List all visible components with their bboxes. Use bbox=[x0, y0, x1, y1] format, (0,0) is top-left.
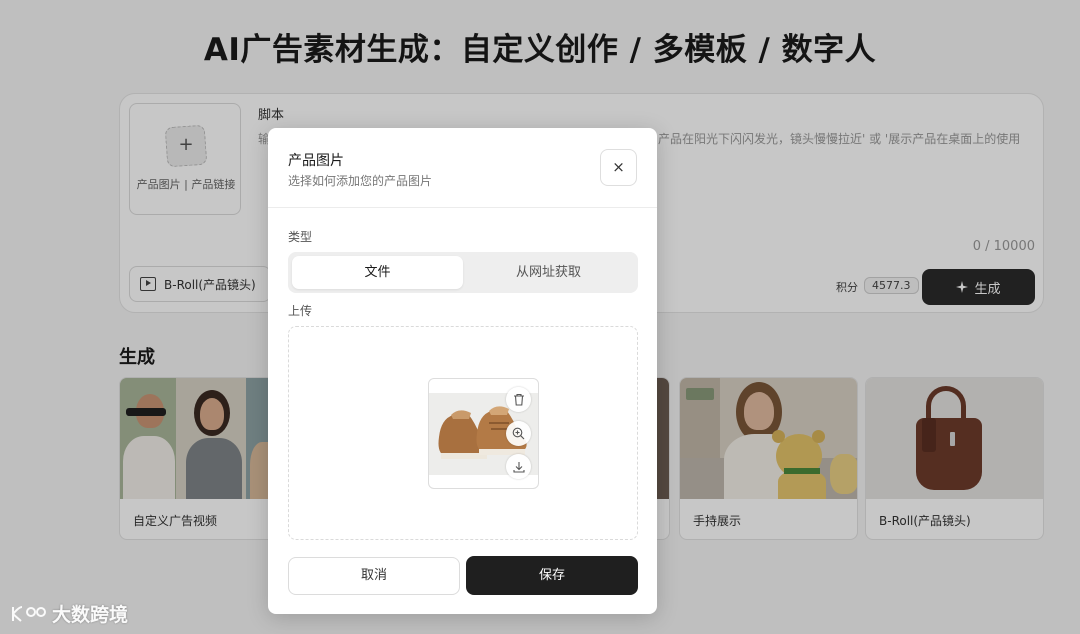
type-label: 类型 bbox=[288, 230, 313, 244]
zoom-in-icon bbox=[512, 427, 525, 440]
save-button[interactable]: 保存 bbox=[466, 556, 638, 595]
uploaded-image-preview bbox=[428, 378, 539, 489]
dialog-divider bbox=[268, 207, 657, 208]
upload-label: 上传 bbox=[288, 304, 313, 318]
cancel-button[interactable]: 取消 bbox=[288, 557, 460, 595]
product-image-dialog: 产品图片 选择如何添加您的产品图片 × 类型 文件 从网址获取 上传 取消 保存 bbox=[268, 128, 657, 614]
dialog-subtitle: 选择如何添加您的产品图片 bbox=[288, 174, 433, 188]
tab-file[interactable]: 文件 bbox=[292, 256, 463, 289]
close-icon: × bbox=[612, 158, 625, 176]
download-image-button[interactable] bbox=[506, 454, 531, 479]
dialog-title: 产品图片 bbox=[288, 153, 344, 169]
source-type-toggle: 文件 从网址获取 bbox=[288, 252, 638, 293]
brand-logo-icon bbox=[12, 605, 46, 622]
watermark: 大数跨境 bbox=[10, 600, 128, 627]
close-button[interactable]: × bbox=[600, 149, 637, 186]
upload-dropzone[interactable] bbox=[288, 326, 638, 540]
download-icon bbox=[512, 461, 525, 473]
delete-image-button[interactable] bbox=[506, 387, 531, 412]
zoom-image-button[interactable] bbox=[506, 421, 531, 446]
tab-from-url[interactable]: 从网址获取 bbox=[463, 256, 634, 289]
trash-icon bbox=[513, 393, 524, 406]
watermark-text: 大数跨境 bbox=[52, 604, 129, 626]
